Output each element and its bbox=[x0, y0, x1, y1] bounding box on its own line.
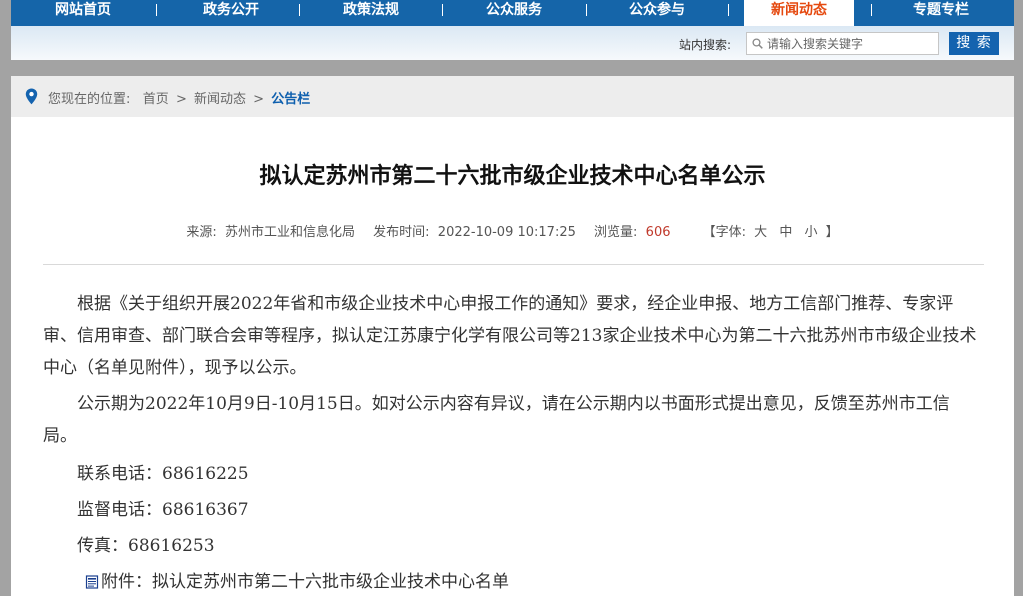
main-nav: 网站首页 政务公开 政策法规 公众服务 公众参与 新闻动态 专题专栏 bbox=[11, 0, 1014, 26]
font-size-open: 【字体: bbox=[702, 225, 747, 240]
font-size-medium[interactable]: 中 bbox=[779, 225, 792, 240]
contact-phone: 联系电话：68616225 bbox=[77, 464, 249, 484]
nav-item-topics[interactable]: 专题专栏 bbox=[896, 0, 986, 26]
search-field[interactable] bbox=[746, 32, 939, 55]
nav-item-participation[interactable]: 公众参与 bbox=[612, 0, 702, 26]
publish-time-value: 2022-10-09 10:17:25 bbox=[437, 225, 576, 240]
breadcrumb-separator: > bbox=[175, 92, 187, 107]
nav-separator bbox=[586, 4, 587, 16]
document-icon bbox=[85, 575, 99, 589]
search-bar: 站内搜索: 搜 索 bbox=[11, 26, 1014, 60]
breadcrumb-bar: 您现在的位置: 首页 > 新闻动态 > 公告栏 bbox=[11, 76, 1014, 117]
attachment-line: 附件：拟认定苏州市第二十六批市级企业技术中心名单 bbox=[43, 564, 978, 596]
search-input[interactable] bbox=[767, 35, 935, 52]
article-meta: 来源: 苏州市工业和信息化局 发布时间: 2022-10-09 10:17:25… bbox=[11, 221, 1014, 240]
nav-item-news[interactable]: 新闻动态 bbox=[744, 0, 854, 26]
search-icon bbox=[752, 38, 763, 49]
font-size-small[interactable]: 小 bbox=[804, 225, 817, 240]
page-gutter bbox=[1014, 0, 1023, 596]
fax-number: 传真：68616253 bbox=[77, 536, 215, 556]
search-label: 站内搜索: bbox=[679, 38, 732, 52]
nav-separator bbox=[871, 4, 872, 16]
nav-separator bbox=[442, 4, 443, 16]
nav-item-public-service[interactable]: 公众服务 bbox=[469, 0, 559, 26]
breadcrumb-separator: > bbox=[253, 92, 265, 107]
article-paragraph: 公示期为2022年10月9日-10月15日。如对公示内容有异议，请在公示期内以书… bbox=[43, 394, 950, 446]
article-panel: 拟认定苏州市第二十六批市级企业技术中心名单公示 来源: 苏州市工业和信息化局 发… bbox=[11, 117, 1014, 596]
publish-time-label: 发布时间: bbox=[373, 225, 430, 240]
source-value: 苏州市工业和信息化局 bbox=[224, 225, 355, 240]
nav-item-policies[interactable]: 政策法规 bbox=[326, 0, 416, 26]
location-pin-icon bbox=[25, 88, 38, 105]
nav-separator bbox=[299, 4, 300, 16]
nav-item-home[interactable]: 网站首页 bbox=[53, 0, 113, 26]
search-button[interactable]: 搜 索 bbox=[949, 32, 999, 55]
views-label: 浏览量: bbox=[594, 225, 638, 240]
nav-separator bbox=[156, 4, 157, 16]
font-size-close: 】 bbox=[825, 225, 839, 240]
article-title: 拟认定苏州市第二十六批市级企业技术中心名单公示 bbox=[259, 164, 766, 189]
breadcrumb-home[interactable]: 首页 bbox=[143, 92, 169, 107]
breadcrumb-current[interactable]: 公告栏 bbox=[271, 92, 310, 107]
font-size-large[interactable]: 大 bbox=[754, 225, 767, 240]
divider bbox=[43, 264, 984, 265]
article-paragraph: 根据《关于组织开展2022年省和市级企业技术中心申报工作的通知》要求，经企业申报… bbox=[43, 294, 977, 378]
supervision-phone: 监督电话：68616367 bbox=[77, 500, 249, 520]
views-count: 606 bbox=[645, 225, 671, 240]
source-label: 来源: bbox=[186, 225, 217, 240]
breadcrumb: 您现在的位置: 首页 > 新闻动态 > 公告栏 bbox=[48, 88, 310, 107]
nav-separator bbox=[728, 4, 729, 16]
attachment-link[interactable]: 附件：拟认定苏州市第二十六批市级企业技术中心名单 bbox=[101, 572, 509, 592]
breadcrumb-news[interactable]: 新闻动态 bbox=[194, 92, 246, 107]
nav-item-gov-affairs[interactable]: 政务公开 bbox=[186, 0, 276, 26]
article-body: 根据《关于组织开展2022年省和市级企业技术中心申报工作的通知》要求，经企业申报… bbox=[43, 288, 978, 596]
breadcrumb-prefix: 您现在的位置: bbox=[48, 92, 131, 107]
